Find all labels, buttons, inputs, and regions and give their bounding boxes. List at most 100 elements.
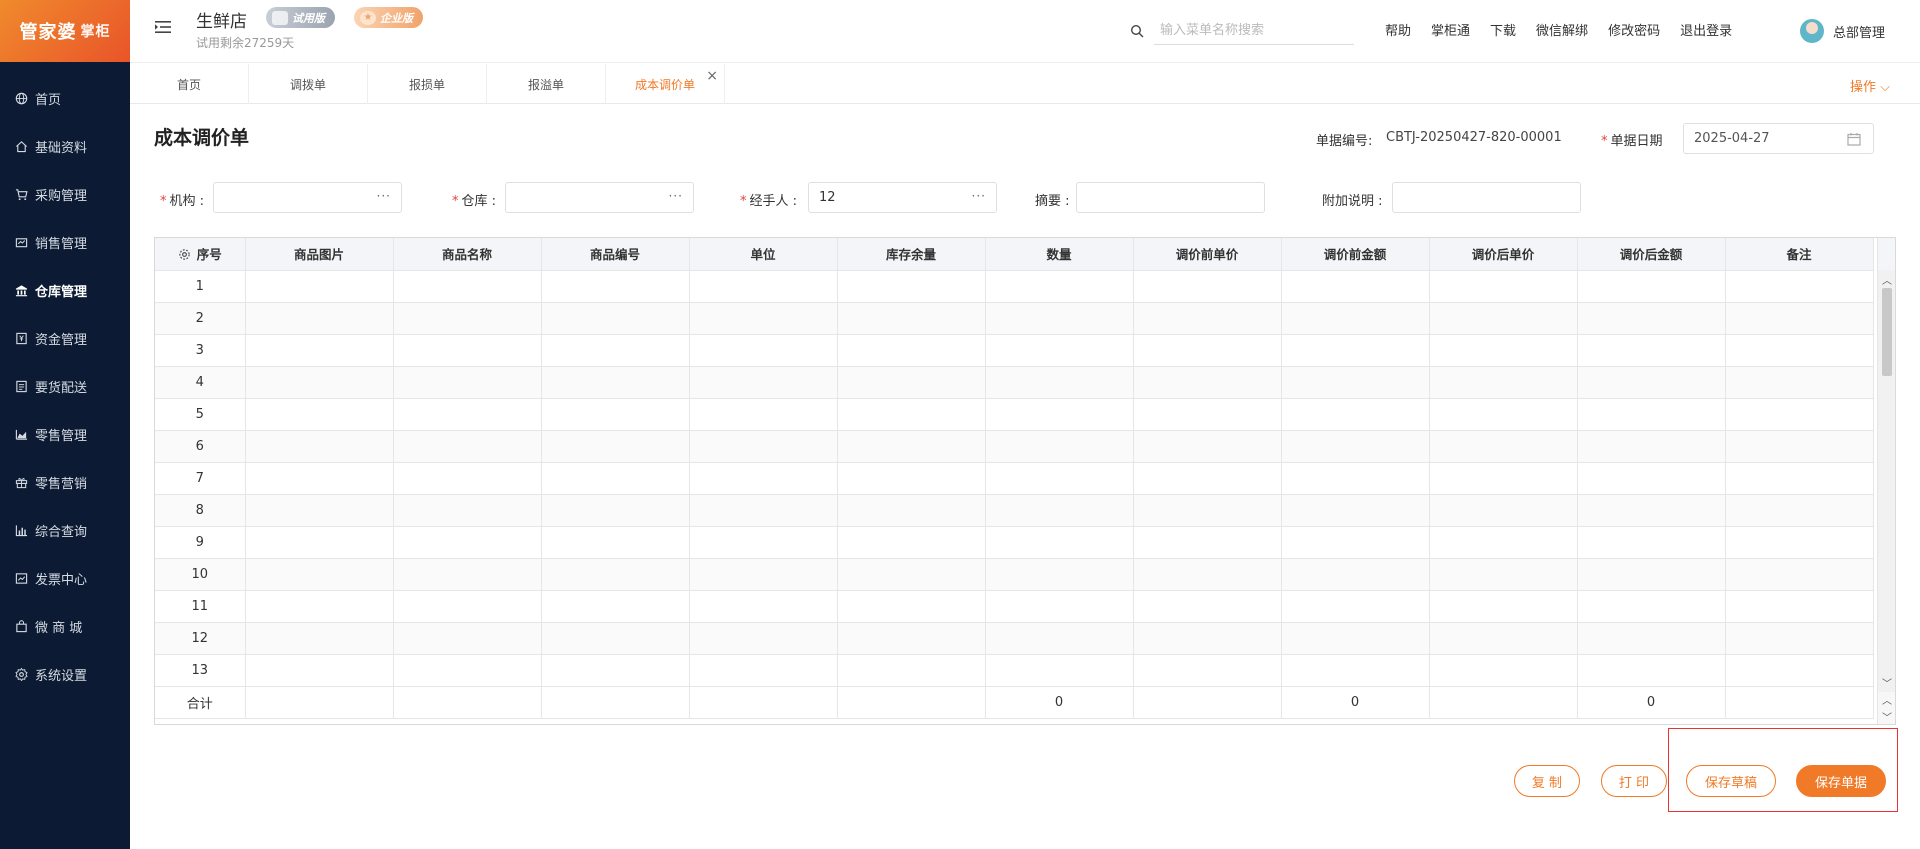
column-header[interactable]: 数量 <box>985 238 1134 271</box>
table-row[interactable]: 4 <box>155 366 1874 399</box>
table-cell[interactable] <box>541 302 690 335</box>
column-header[interactable]: 库存余量 <box>837 238 986 271</box>
table-cell[interactable] <box>985 494 1134 527</box>
logout-link[interactable]: 退出登录 <box>1680 20 1732 39</box>
table-cell[interactable] <box>541 558 690 591</box>
row-index[interactable]: 5 <box>155 398 246 431</box>
menu-toggle-icon[interactable] <box>154 18 172 36</box>
table-cell[interactable] <box>689 654 838 687</box>
table-cell[interactable] <box>1725 398 1874 431</box>
table-cell[interactable] <box>1577 526 1726 559</box>
tab-transfer[interactable]: 调拨单 <box>249 64 368 104</box>
search-input[interactable] <box>1154 17 1354 45</box>
table-cell[interactable] <box>541 334 690 367</box>
table-cell[interactable] <box>1281 430 1430 463</box>
table-cell[interactable] <box>1577 302 1726 335</box>
table-cell[interactable] <box>1281 590 1430 623</box>
table-cell[interactable] <box>393 558 542 591</box>
table-row[interactable]: 3 <box>155 334 1874 367</box>
table-cell[interactable] <box>985 622 1134 655</box>
row-index[interactable]: 7 <box>155 462 246 495</box>
doc-date-field[interactable]: 2025-04-27 <box>1683 123 1874 154</box>
column-header[interactable]: 商品图片 <box>245 238 394 271</box>
print-button[interactable]: 打 印 <box>1601 765 1667 797</box>
table-cell[interactable] <box>985 430 1134 463</box>
table-cell[interactable] <box>541 494 690 527</box>
table-cell[interactable] <box>837 494 986 527</box>
row-index[interactable]: 6 <box>155 430 246 463</box>
sidebar-item[interactable]: 零售管理 <box>0 410 130 458</box>
table-cell[interactable] <box>1429 366 1578 399</box>
table-cell[interactable] <box>245 430 394 463</box>
column-header[interactable]: 序号 <box>155 238 246 271</box>
table-cell[interactable] <box>1429 590 1578 623</box>
row-index[interactable]: 13 <box>155 654 246 687</box>
zhanggui-link[interactable]: 掌柜通 <box>1431 20 1470 39</box>
table-cell[interactable] <box>837 590 986 623</box>
table-cell[interactable] <box>1133 430 1282 463</box>
table-cell[interactable] <box>1429 526 1578 559</box>
sidebar-item[interactable]: 要货配送 <box>0 362 130 410</box>
ellipsis-icon[interactable]: ··· <box>377 189 391 203</box>
note-field[interactable] <box>1392 182 1581 213</box>
table-cell[interactable] <box>837 398 986 431</box>
close-icon[interactable]: × <box>706 68 718 84</box>
table-cell[interactable] <box>1281 462 1430 495</box>
table-cell[interactable] <box>1725 366 1874 399</box>
table-cell[interactable] <box>985 590 1134 623</box>
column-header[interactable]: 备注 <box>1725 238 1874 271</box>
table-cell[interactable] <box>1429 494 1578 527</box>
table-cell[interactable] <box>245 526 394 559</box>
change-password-link[interactable]: 修改密码 <box>1608 20 1660 39</box>
table-cell[interactable] <box>541 430 690 463</box>
sidebar-item[interactable]: 基础资料 <box>0 122 130 170</box>
table-cell[interactable] <box>689 398 838 431</box>
summary-field[interactable] <box>1076 182 1265 213</box>
download-link[interactable]: 下载 <box>1490 20 1516 39</box>
table-cell[interactable] <box>1429 270 1578 303</box>
row-index[interactable]: 4 <box>155 366 246 399</box>
table-cell[interactable] <box>1725 334 1874 367</box>
table-row[interactable]: 2 <box>155 302 1874 335</box>
chevron-down-icon[interactable]: ﹀ <box>1882 675 1892 690</box>
table-cell[interactable] <box>541 366 690 399</box>
chevron-down-icon[interactable]: ﹀ <box>1882 709 1892 724</box>
table-row[interactable]: 12 <box>155 622 1874 655</box>
table-cell[interactable] <box>1133 654 1282 687</box>
handler-field[interactable]: 12 ··· <box>808 182 997 213</box>
table-cell[interactable] <box>985 270 1134 303</box>
table-cell[interactable] <box>837 270 986 303</box>
table-cell[interactable] <box>1577 462 1726 495</box>
table-cell[interactable] <box>1577 654 1726 687</box>
table-cell[interactable] <box>393 366 542 399</box>
vertical-scrollbar[interactable]: ︿ ﹀ <box>1877 270 1895 692</box>
row-index[interactable]: 1 <box>155 270 246 303</box>
table-cell[interactable] <box>1281 622 1430 655</box>
column-header[interactable]: 商品编号 <box>541 238 690 271</box>
table-cell[interactable] <box>541 622 690 655</box>
table-cell[interactable] <box>393 494 542 527</box>
chevron-up-icon[interactable]: ︿ <box>1882 272 1892 287</box>
table-cell[interactable] <box>1429 430 1578 463</box>
table-cell[interactable] <box>245 302 394 335</box>
table-cell[interactable] <box>245 270 394 303</box>
table-cell[interactable] <box>1577 334 1726 367</box>
table-cell[interactable] <box>985 302 1134 335</box>
column-header[interactable]: 调价后金额 <box>1577 238 1726 271</box>
table-row[interactable]: 9 <box>155 526 1874 559</box>
table-cell[interactable] <box>1133 622 1282 655</box>
table-cell[interactable] <box>689 366 838 399</box>
table-cell[interactable] <box>1577 494 1726 527</box>
table-cell[interactable] <box>1281 558 1430 591</box>
table-cell[interactable] <box>1429 398 1578 431</box>
table-cell[interactable] <box>245 366 394 399</box>
sidebar-item[interactable]: 微 商 城 <box>0 602 130 650</box>
table-row[interactable]: 8 <box>155 494 1874 527</box>
table-cell[interactable] <box>837 462 986 495</box>
table-cell[interactable] <box>985 334 1134 367</box>
brand-logo[interactable]: 管家婆 掌柜 <box>0 0 130 62</box>
sidebar-item[interactable]: 仓库管理 <box>0 266 130 314</box>
table-cell[interactable] <box>393 526 542 559</box>
table-cell[interactable] <box>1429 462 1578 495</box>
table-cell[interactable] <box>837 302 986 335</box>
